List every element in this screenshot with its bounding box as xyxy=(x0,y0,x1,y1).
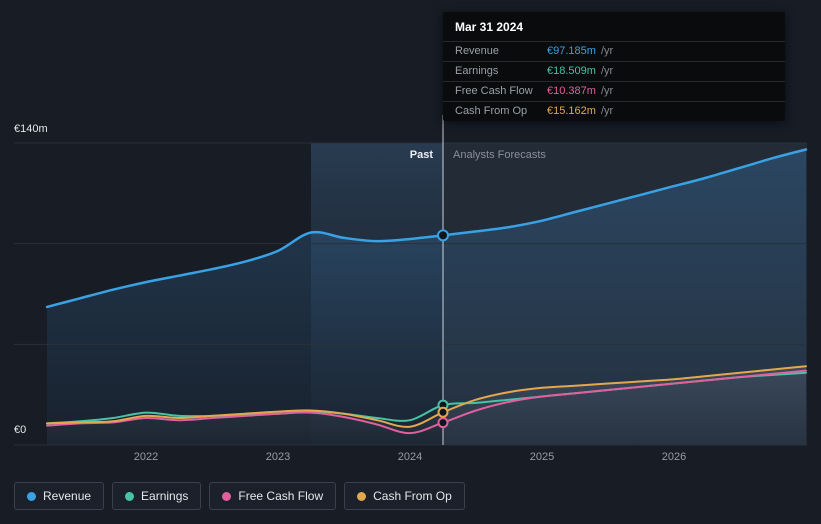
tooltip-metric-label: Revenue xyxy=(455,45,500,57)
tooltip-metric-suffix: /yr xyxy=(600,45,614,57)
tooltip-metric-suffix: /yr xyxy=(600,85,614,97)
x-axis-label-2025: 2025 xyxy=(529,451,555,463)
tooltip-metric-value: €15.162m xyxy=(547,105,596,117)
tooltip-date: Mar 31 2024 xyxy=(455,20,524,34)
x-axis-label-2024: 2024 xyxy=(397,451,423,463)
legend-label: Cash From Op xyxy=(373,489,452,503)
tooltip-metric-suffix: /yr xyxy=(600,105,614,117)
tooltip-metric-value: €97.185m xyxy=(547,45,596,57)
tooltip-metric-suffix: /yr xyxy=(600,65,614,77)
earnings-legend-dot xyxy=(125,491,135,501)
x-axis-label-2022: 2022 xyxy=(133,451,159,463)
tooltip-row: Revenue €97.185m/yr xyxy=(443,41,785,61)
cash-from-op-legend-dot xyxy=(357,491,367,501)
tooltip-metric-label: Earnings xyxy=(455,65,499,77)
legend-label: Earnings xyxy=(141,489,189,503)
revenue-marker[interactable] xyxy=(437,229,449,242)
free-cash-flow-legend-dot xyxy=(222,491,232,501)
tooltip-metric-label: Cash From Op xyxy=(455,105,528,117)
free-cash-flow-marker[interactable] xyxy=(437,417,449,429)
tooltip-metric-value: €18.509m xyxy=(547,65,596,77)
y-axis-zero-label: €0 xyxy=(14,424,27,436)
x-axis-label-2026: 2026 xyxy=(661,451,687,463)
revenue-legend-dot xyxy=(27,491,36,501)
chart-tooltip: Mar 31 2024 Revenue €97.185m/yr Earnings €1… xyxy=(443,12,785,121)
legend-item-revenue[interactable]: Revenue xyxy=(14,482,105,510)
tooltip-metric-value: €10.387m xyxy=(547,85,596,97)
legend-label: Revenue xyxy=(43,489,92,503)
cash-from-op-marker[interactable] xyxy=(437,406,449,418)
tooltip-metric-label: Free Cash Flow xyxy=(455,85,533,97)
legend-item-earnings[interactable]: Earnings xyxy=(112,482,202,510)
past-section-label: Past xyxy=(409,149,433,161)
analysts-forecasts-label: Analysts Forecasts xyxy=(453,149,546,161)
financials-chart-page: €140m €0 Past Analysts Forecasts 2022 202… xyxy=(0,0,821,524)
x-axis-label-2023: 2023 xyxy=(265,451,291,463)
legend: Revenue Earnings Free Cash Flow Cash From O… xyxy=(14,482,465,510)
legend-item-free-cash-flow[interactable]: Free Cash Flow xyxy=(209,482,337,510)
tooltip-row: Free Cash Flow €10.387m/yr xyxy=(443,81,785,101)
y-axis-max-label: €140m xyxy=(14,123,48,135)
tooltip-row: Cash From Op €15.162m/yr xyxy=(443,101,785,121)
legend-label: Free Cash Flow xyxy=(238,489,324,503)
legend-item-cash-from-op[interactable]: Cash From Op xyxy=(344,482,465,510)
tooltip-rows: Revenue €97.185m/yr Earnings €18.509m/yr Fre… xyxy=(443,41,785,121)
tooltip-row: Earnings €18.509m/yr xyxy=(443,61,785,81)
